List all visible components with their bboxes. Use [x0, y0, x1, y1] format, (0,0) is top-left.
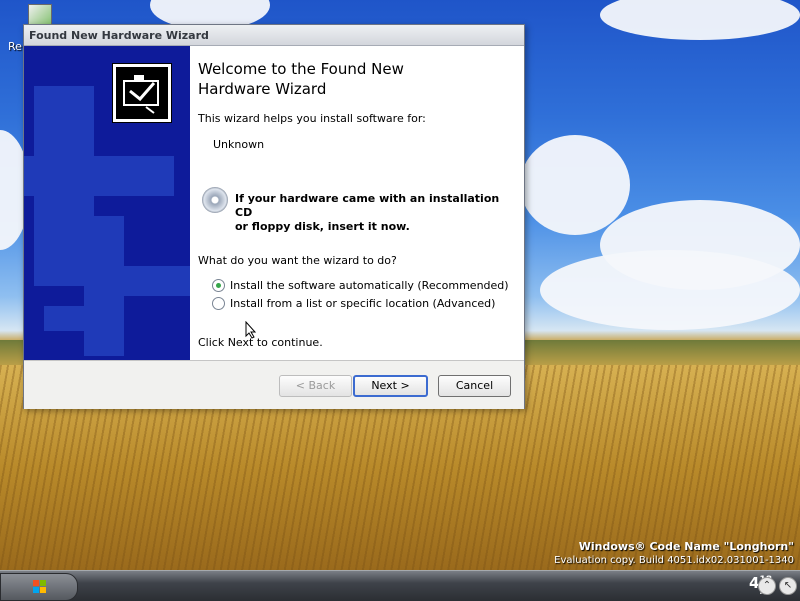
desktop-icon-label[interactable]: Re [8, 40, 22, 53]
hardware-icon [112, 63, 172, 123]
cd-instruction-line-2: or floppy disk, insert it now. [235, 220, 410, 233]
intro-text: This wizard helps you install software f… [198, 112, 426, 125]
wizard-heading: Welcome to the Found New Hardware Wizard [198, 59, 404, 99]
cd-instruction: If your hardware came with an installati… [235, 192, 518, 234]
continue-instruction: Click Next to continue. [198, 336, 323, 349]
windows-logo-icon [33, 580, 46, 593]
option-label[interactable]: Install the software automatically (Reco… [230, 279, 509, 292]
device-name: Unknown [213, 138, 265, 151]
wizard-side-banner [24, 46, 190, 360]
window-title: Found New Hardware Wizard [29, 29, 209, 42]
found-new-hardware-wizard-window: Found New Hardware Wizard Welcome to the… [23, 24, 525, 409]
option-install-automatically[interactable]: Install the software automatically (Reco… [212, 279, 509, 292]
heading-line-2: Hardware Wizard [198, 80, 327, 98]
mouse-cursor-icon [245, 321, 257, 339]
cancel-button[interactable]: Cancel [438, 375, 511, 397]
taskbar: 418 AM ⌃ ↖ [0, 570, 800, 601]
watermark-build: Evaluation copy. Build 4051.idx02.031001… [554, 555, 794, 566]
cd-instruction-line-1: If your hardware came with an installati… [235, 192, 500, 219]
title-bar[interactable]: Found New Hardware Wizard [24, 25, 524, 46]
back-button[interactable]: < Back [279, 375, 352, 397]
build-watermark: Windows® Code Name "Longhorn" Evaluation… [554, 540, 794, 566]
option-install-from-list[interactable]: Install from a list or specific location… [212, 297, 495, 310]
radio-button-checked[interactable] [212, 279, 225, 292]
heading-line-1: Welcome to the Found New [198, 60, 404, 78]
cd-icon [202, 187, 228, 213]
chevron-up-icon[interactable]: ⌃ [758, 577, 776, 595]
button-bar: < Back Next > Cancel [24, 360, 524, 409]
wizard-content: Welcome to the Found New Hardware Wizard… [198, 46, 518, 360]
start-button[interactable] [0, 573, 78, 601]
wizard-question: What do you want the wizard to do? [198, 254, 397, 267]
next-button[interactable]: Next > [353, 375, 428, 397]
tray-arrow-icon[interactable]: ↖ [779, 577, 797, 595]
radio-button[interactable] [212, 297, 225, 310]
option-label[interactable]: Install from a list or specific location… [230, 297, 495, 310]
watermark-title: Windows® Code Name "Longhorn" [578, 540, 794, 553]
